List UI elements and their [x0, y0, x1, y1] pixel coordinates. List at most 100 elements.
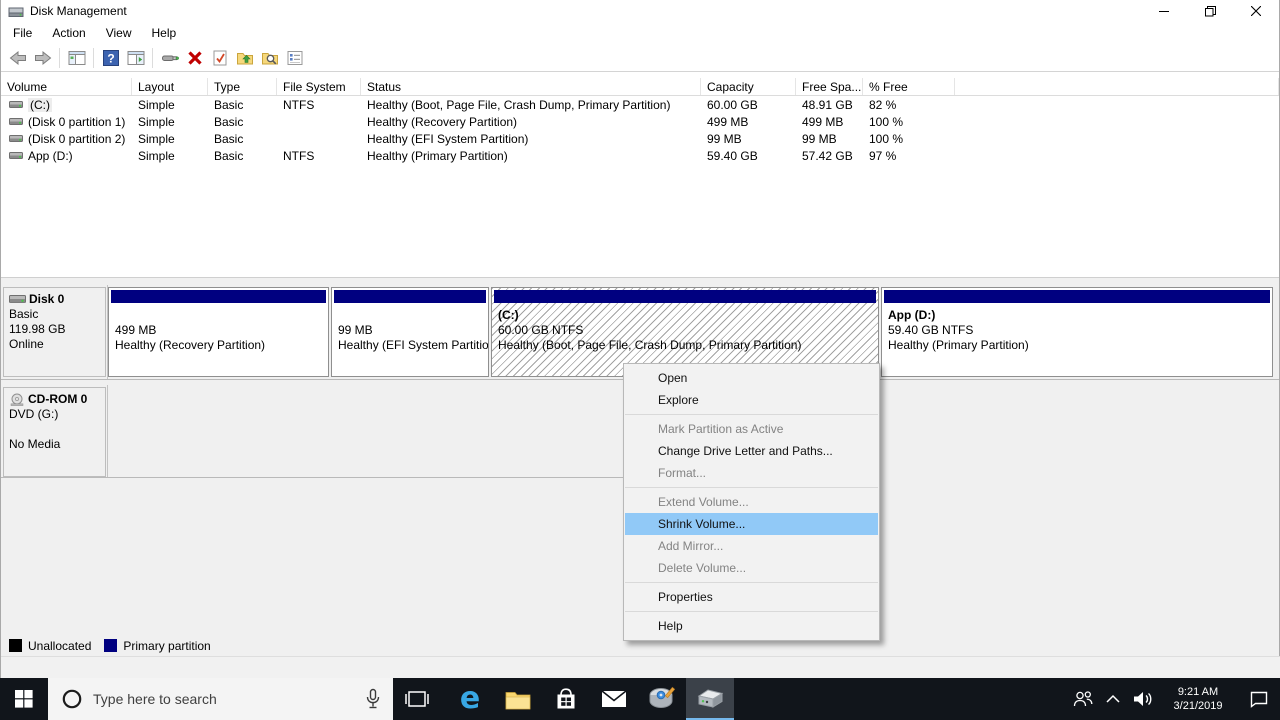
cell-pct: 82 %: [869, 97, 897, 112]
menu-separator: [625, 582, 878, 583]
start-button[interactable]: [0, 678, 48, 720]
menu-item-shrink-volume[interactable]: Shrink Volume...: [625, 513, 878, 535]
update-tool-icon[interactable]: [157, 46, 182, 70]
cdrom-header[interactable]: CD-ROM 0 DVD (G:) No Media: [3, 387, 106, 477]
menu-file[interactable]: File: [3, 23, 42, 43]
menubar: File Action View Help: [1, 22, 1279, 44]
menu-action[interactable]: Action: [42, 23, 95, 43]
col-capacity[interactable]: Capacity: [701, 78, 796, 95]
partition-size: 59.40 GB NTFS: [888, 323, 974, 337]
svg-text:?: ?: [107, 51, 114, 65]
menu-help[interactable]: Help: [142, 23, 187, 43]
taskbar-app-disk-management-active[interactable]: [686, 678, 734, 720]
toolbar-separator: [59, 47, 60, 68]
col-file-system[interactable]: File System: [277, 78, 361, 95]
col-volume[interactable]: Volume: [1, 78, 132, 95]
col-status[interactable]: Status: [361, 78, 701, 95]
restore-button[interactable]: [1187, 0, 1233, 22]
volume-name: (Disk 0 partition 2): [28, 131, 126, 146]
taskbar-search-box[interactable]: [48, 678, 393, 720]
show-action-pane-icon[interactable]: [123, 46, 148, 70]
menu-item-explore[interactable]: Explore: [625, 389, 878, 411]
partition-size: 99 MB: [338, 323, 373, 337]
close-button[interactable]: [1233, 0, 1279, 22]
partition-efi[interactable]: 99 MB Healthy (EFI System Partition): [331, 287, 489, 377]
taskbar-app-mail[interactable]: [590, 678, 638, 720]
action-center-icon[interactable]: [1238, 689, 1280, 709]
taskbar-app-disk-utility[interactable]: [638, 678, 686, 720]
pane-splitter[interactable]: [1, 277, 1279, 284]
table-row[interactable]: (Disk 0 partition 1) Simple Basic Health…: [1, 113, 1279, 130]
col-free-space[interactable]: Free Spa...: [796, 78, 863, 95]
window-title: Disk Management: [30, 4, 127, 18]
cell-layout: Simple: [138, 131, 175, 146]
partition-status: Healthy (Primary Partition): [888, 338, 1029, 352]
menu-item-properties[interactable]: Properties: [625, 586, 878, 608]
col-filler: [955, 78, 1279, 95]
back-icon[interactable]: [5, 46, 30, 70]
taskbar-app-store[interactable]: [542, 678, 590, 720]
partition-name: App (D:): [888, 308, 936, 322]
cell-type: Basic: [214, 148, 244, 163]
cell-fs: NTFS: [283, 148, 315, 163]
forward-icon[interactable]: [30, 46, 55, 70]
partition-size: 499 MB: [115, 323, 157, 337]
microphone-icon[interactable]: [365, 688, 381, 710]
cdrom-icon: [10, 393, 24, 406]
table-row[interactable]: (Disk 0 partition 2) Simple Basic Health…: [1, 130, 1279, 147]
task-view-button[interactable]: [393, 678, 441, 720]
cell-free: 57.42 GB: [802, 148, 853, 163]
disk0-size: 119.98 GB: [9, 322, 66, 336]
chevron-up-icon[interactable]: [1098, 694, 1128, 704]
cell-status: Healthy (EFI System Partition): [367, 131, 529, 146]
menu-view[interactable]: View: [96, 23, 142, 43]
windows-logo-icon: [15, 690, 33, 708]
speaker-icon[interactable]: [1128, 690, 1158, 708]
open-folder-icon[interactable]: [232, 46, 257, 70]
menu-item-help[interactable]: Help: [625, 615, 878, 637]
disk-management-icon: [697, 689, 724, 708]
menu-item-change-drive-letter[interactable]: Change Drive Letter and Paths...: [625, 440, 878, 462]
disk0-header[interactable]: Disk 0 Basic 119.98 GB Online: [3, 287, 106, 377]
cell-capacity: 60.00 GB: [707, 97, 758, 112]
explore-folder-icon[interactable]: [257, 46, 282, 70]
mark-partition-check-icon[interactable]: [207, 46, 232, 70]
cell-pct: 100 %: [869, 114, 904, 129]
people-icon[interactable]: [1068, 689, 1098, 709]
menu-item-add-mirror: Add Mirror...: [658, 539, 724, 553]
partition-recovery[interactable]: 499 MB Healthy (Recovery Partition): [108, 287, 329, 377]
menu-item-open[interactable]: Open: [625, 367, 878, 389]
primary-partition-stripe: [884, 290, 1270, 303]
edge-icon: e: [459, 681, 481, 716]
properties-list-icon[interactable]: [282, 46, 307, 70]
col-type[interactable]: Type: [208, 78, 277, 95]
partition-name: (C:): [498, 308, 519, 322]
menu-separator: [625, 611, 878, 612]
taskbar-app-edge[interactable]: e: [446, 678, 494, 720]
partition-d[interactable]: App (D:) 59.40 GB NTFS Healthy (Primary …: [881, 287, 1273, 377]
toolbar-separator: [93, 47, 94, 68]
volume-icon: [9, 152, 23, 159]
legend-primary-label: Primary partition: [123, 638, 211, 653]
partition-status: Healthy (Recovery Partition): [115, 338, 266, 352]
table-row[interactable]: App (D:) Simple Basic NTFS Healthy (Prim…: [1, 147, 1279, 164]
cell-capacity: 59.40 GB: [707, 148, 758, 163]
volume-list: Volume Layout Type File System Status Ca…: [1, 73, 1279, 277]
show-console-tree-icon[interactable]: [64, 46, 89, 70]
delete-volume-icon[interactable]: [182, 46, 207, 70]
help-icon[interactable]: ?: [98, 46, 123, 70]
table-row[interactable]: (C:) Simple Basic NTFS Healthy (Boot, Pa…: [1, 96, 1279, 113]
taskbar-clock[interactable]: 9:21 AM 3/21/2019: [1166, 685, 1230, 713]
task-view-icon: [405, 691, 429, 707]
search-input[interactable]: [93, 691, 365, 707]
col-pct-free[interactable]: % Free: [863, 78, 955, 95]
cell-pct: 100 %: [869, 131, 904, 146]
col-layout[interactable]: Layout: [132, 78, 208, 95]
cell-pct: 97 %: [869, 148, 897, 163]
volume-list-header: Volume Layout Type File System Status Ca…: [1, 78, 1279, 96]
minimize-button[interactable]: [1141, 0, 1187, 22]
cdrom-name: CD-ROM 0: [28, 392, 88, 406]
menu-item-extend-volume: Extend Volume...: [658, 495, 749, 509]
taskbar-app-file-explorer[interactable]: [494, 678, 542, 720]
toolbar: ?: [1, 44, 1279, 72]
